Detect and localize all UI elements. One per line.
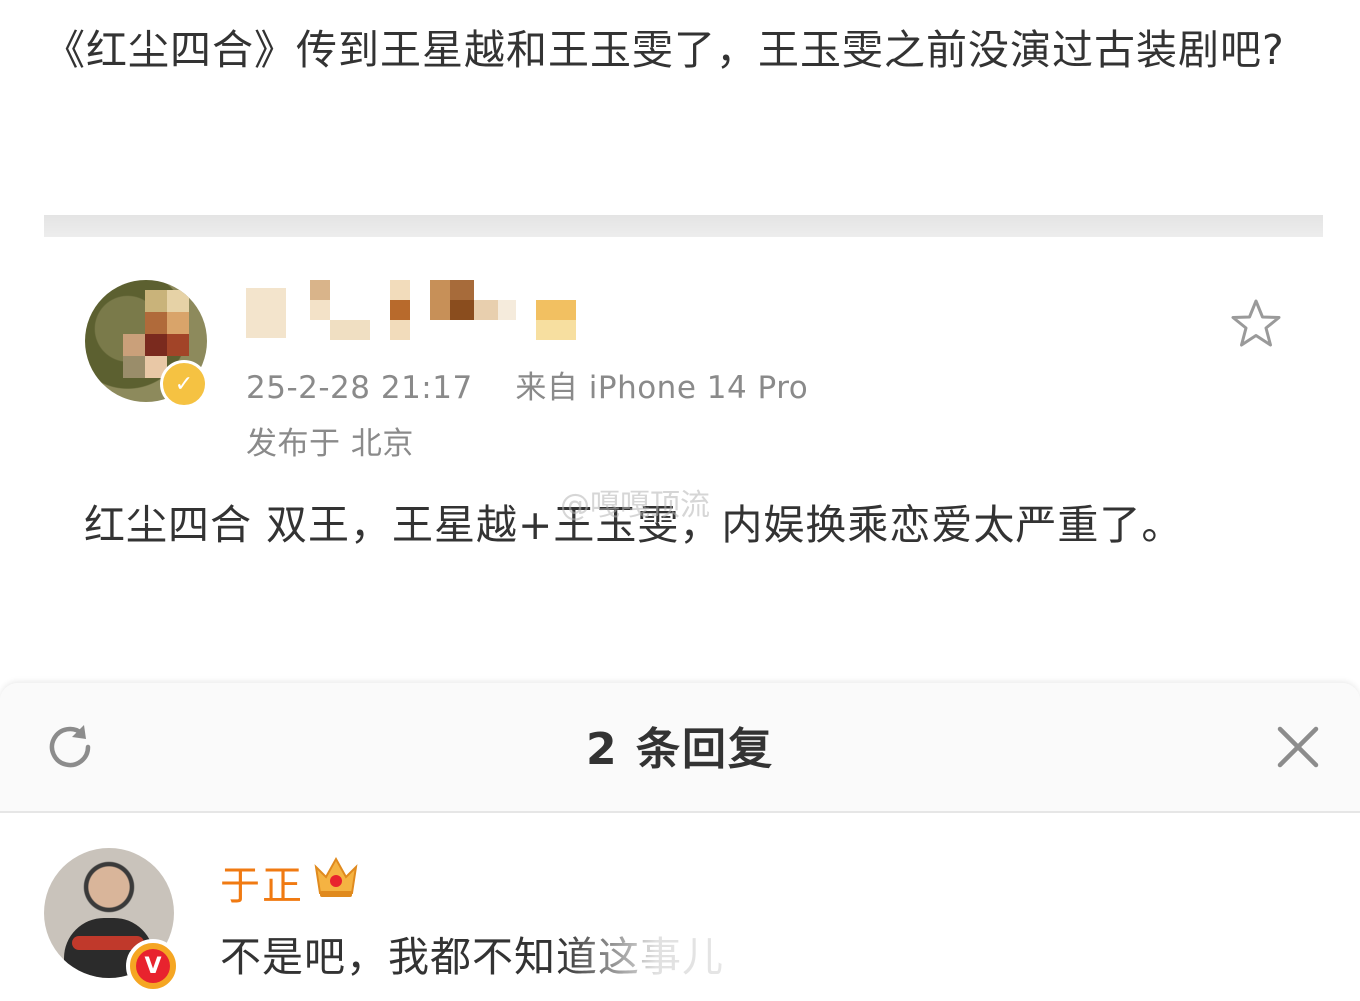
star-outline-icon[interactable] xyxy=(1228,296,1284,352)
reply-blur-overlay xyxy=(560,921,800,977)
commenter-name-blurred[interactable] xyxy=(246,280,586,344)
verified-v-icon: V xyxy=(126,939,180,993)
comment-source: 来自 iPhone 14 Pro xyxy=(515,370,809,406)
watermark-text: @嘎嘎顶流 xyxy=(560,488,710,523)
section-divider xyxy=(44,215,1323,237)
vip-badge-icon: ✓ xyxy=(160,360,208,408)
post-text: 《红尘四合》传到王星越和王玉雯了，王玉雯之前没演过古装剧吧? xyxy=(44,26,1285,74)
comment-date: 25-2-28 21:17 xyxy=(246,370,473,406)
crown-icon xyxy=(312,853,360,899)
comment-card xyxy=(0,237,1360,662)
sheet-title: 2 条回复 xyxy=(586,724,774,775)
comment-meta: 25-2-28 21:17 来自 iPhone 14 Pro xyxy=(246,362,808,407)
reply-username[interactable]: 于正 xyxy=(220,853,304,911)
close-icon[interactable] xyxy=(1274,723,1322,771)
sheet-divider xyxy=(0,811,1360,813)
replies-sheet: 2 条回复 V 于正 不是吧，我都不知道这事儿 xyxy=(0,683,1360,1001)
comment-location: 发布于 北京 xyxy=(246,426,414,462)
